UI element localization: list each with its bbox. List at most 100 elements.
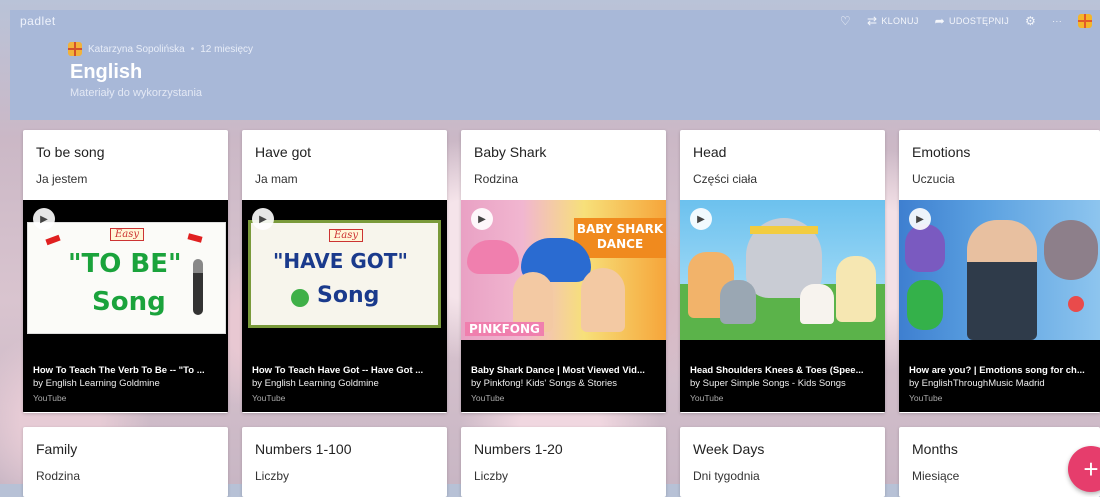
play-icon[interactable]: ▶ [252,208,274,230]
post-title: Numbers 1-100 [255,441,352,457]
post-title: Numbers 1-20 [474,441,563,457]
thumbnail-line1: "TO BE" [68,249,182,279]
video-thumbnail[interactable]: ▶ [680,200,885,340]
gear-icon: ⚙ [1025,14,1037,28]
post-card[interactable]: Emotions Uczucia ▶ How are you? | Emotio… [899,130,1100,413]
separator-dot: • [190,43,195,55]
video-source: YouTube [33,393,67,403]
pink-shark-art [467,240,519,274]
author-name[interactable]: Katarzyna Sopolińska [88,44,185,55]
share-button[interactable]: ➦ UDOSTĘPNIJ [935,15,1009,27]
thumbnail-easy-tag: Easy [110,228,145,241]
child-art [581,268,625,332]
decor-mark [187,233,203,243]
cat-art [720,280,756,324]
board-title: English [70,61,143,83]
play-icon[interactable]: ▶ [33,208,55,230]
video-attachment[interactable]: ▶ BABY SHARK DANCE PINKFONG Baby Shark D… [461,200,666,412]
video-attachment[interactable]: ▶ How are you? | Emotions song for ch...… [899,200,1100,412]
caterpillar-art [907,280,943,330]
video-thumbnail[interactable]: ▶ [899,200,1100,340]
video-channel: by Super Simple Songs - Kids Songs [690,378,846,389]
author-row: Katarzyna Sopolińska • 12 miesięcy [68,42,253,56]
post-subtitle: Ja mam [255,172,298,186]
video-thumbnail[interactable]: ▶ BABY SHARK DANCE PINKFONG [461,200,666,340]
play-icon[interactable]: ▶ [690,208,712,230]
video-attachment[interactable]: ▶ Head Shoulders Knees & Toes (Spee... b… [680,200,885,412]
video-channel: by English Learning Goldmine [33,378,160,389]
video-source: YouTube [252,393,286,403]
post-title: Have got [255,144,312,160]
post-subtitle: Rodzina [474,172,519,186]
more-icon: ··· [1052,16,1062,26]
thumbnail-line2: Song [92,287,166,317]
board-header: padlet ♡ ⇄ KLONUJ ➦ UDOSTĘPNIJ ⚙ ··· Kat… [10,10,1100,120]
play-icon[interactable]: ▶ [471,208,493,230]
post-title: Months [912,441,958,457]
post-title: Emotions [912,144,971,160]
post-title: Family [36,441,78,457]
play-icon[interactable]: ▶ [909,208,931,230]
post-card[interactable]: Have got Ja mam ▶ Easy "HAVE GOT" Song H… [242,130,447,413]
video-thumbnail[interactable]: ▶ Easy "HAVE GOT" Song [242,200,447,340]
pinkfong-logo: PINKFONG [465,322,544,336]
video-title[interactable]: Baby Shark Dance | Most Viewed Vid... [471,365,659,376]
video-thumbnail[interactable]: ▶ Easy "TO BE" Song [23,200,228,340]
padlet-logo[interactable]: padlet [20,14,56,28]
mouse-art [1044,220,1098,280]
post-card[interactable]: Week Days Dni tygodnia [680,427,885,497]
post-subtitle: Ja jestem [36,172,88,186]
post-card[interactable]: Baby Shark Rodzina ▶ BABY SHARK DANCE PI… [461,130,666,413]
post-card[interactable]: Family Rodzina [23,427,228,497]
video-attachment[interactable]: ▶ Easy "HAVE GOT" Song How To Teach Have… [242,200,447,412]
clone-button[interactable]: ⇄ KLONUJ [867,15,919,27]
owl-art [905,224,945,272]
clone-icon: ⇄ [866,14,878,28]
user-avatar[interactable] [1078,14,1092,28]
thumbnail-banner: BABY SHARK DANCE [574,218,666,258]
like-button[interactable]: ♡ [840,15,851,27]
board-subtitle: Materiały do wykorzystania [70,87,203,99]
post-title: Head [693,144,727,160]
share-label: UDOSTĘPNIJ [949,16,1010,26]
post-card[interactable]: Head Części ciała ▶ Head Shoulders Knees… [680,130,885,413]
post-subtitle: Miesiące [912,469,960,483]
child-art [800,284,834,324]
rabbit-art [836,256,876,322]
video-title[interactable]: Head Shoulders Knees & Toes (Spee... [690,365,878,376]
thumbnail-art: Easy "TO BE" Song [27,222,226,334]
post-card[interactable]: To be song Ja jestem ▶ Easy "TO BE" Song… [23,130,228,413]
video-channel: by English Learning Goldmine [252,378,379,389]
post-subtitle: Liczby [255,469,290,483]
post-subtitle: Części ciała [693,172,758,186]
heart-icon: ♡ [839,14,851,28]
video-channel: by EnglishThroughMusic Madrid [909,378,1045,389]
post-card[interactable]: Numbers 1-100 Liczby [242,427,447,497]
flower-art [1068,296,1084,312]
board-age: 12 miesięcy [200,43,254,55]
post-subtitle: Dni tygodnia [693,469,760,483]
presenter-art [967,220,1037,340]
video-channel: by Pinkfong! Kids' Songs & Stories [471,378,617,389]
author-avatar[interactable] [68,42,82,56]
video-source: YouTube [690,393,724,403]
video-title[interactable]: How are you? | Emotions song for ch... [909,365,1097,376]
thumbnail-art: Easy "HAVE GOT" Song [248,220,441,328]
post-subtitle: Rodzina [36,469,81,483]
green-play-icon [291,289,309,307]
thumbnail-line2: Song [317,283,380,308]
clone-label: KLONUJ [881,16,919,26]
video-title[interactable]: How To Teach The Verb To Be -- "To ... [33,365,221,376]
more-button[interactable]: ··· [1052,16,1062,26]
post-title: Baby Shark [474,144,547,160]
settings-button[interactable]: ⚙ [1025,15,1036,27]
post-subtitle: Uczucia [912,172,955,186]
post-card[interactable]: Numbers 1-20 Liczby [461,427,666,497]
share-icon: ➦ [934,14,946,28]
headband-art [750,226,818,234]
post-subtitle: Liczby [474,469,509,483]
video-source: YouTube [471,393,505,403]
video-title[interactable]: How To Teach Have Got -- Have Got ... [252,365,440,376]
header-toolbar: ♡ ⇄ KLONUJ ➦ UDOSTĘPNIJ ⚙ ··· [840,14,1092,28]
video-attachment[interactable]: ▶ Easy "TO BE" Song How To Teach The Ver… [23,200,228,412]
